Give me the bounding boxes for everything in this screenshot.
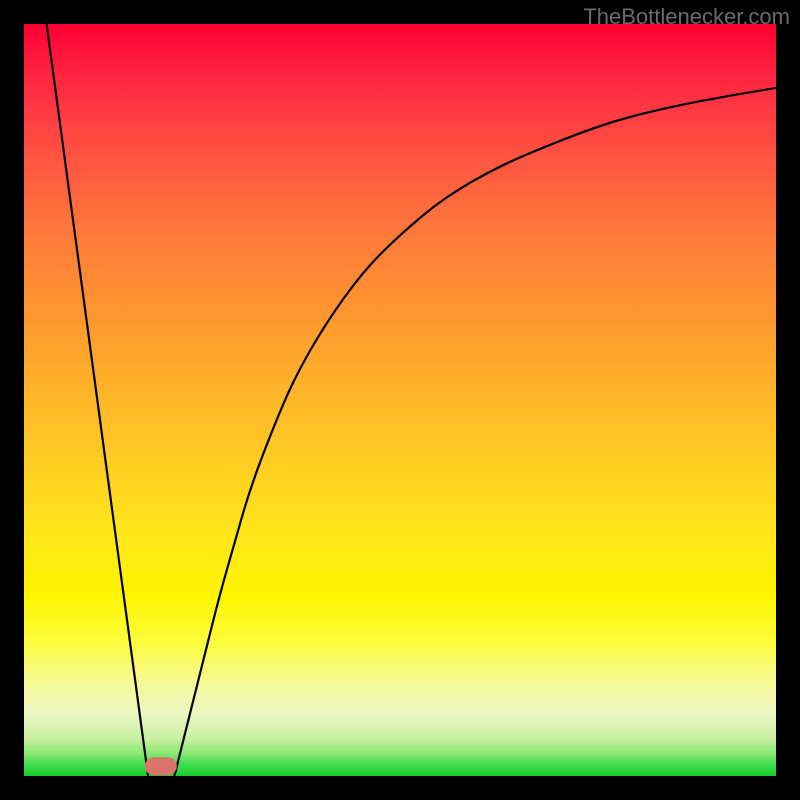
plot-background [24,24,776,776]
watermark: TheBottlenecker.com [583,4,790,30]
right-curve [174,88,776,776]
chart-svg [24,24,776,776]
min-point-marker [145,757,177,775]
left-line [47,24,149,776]
